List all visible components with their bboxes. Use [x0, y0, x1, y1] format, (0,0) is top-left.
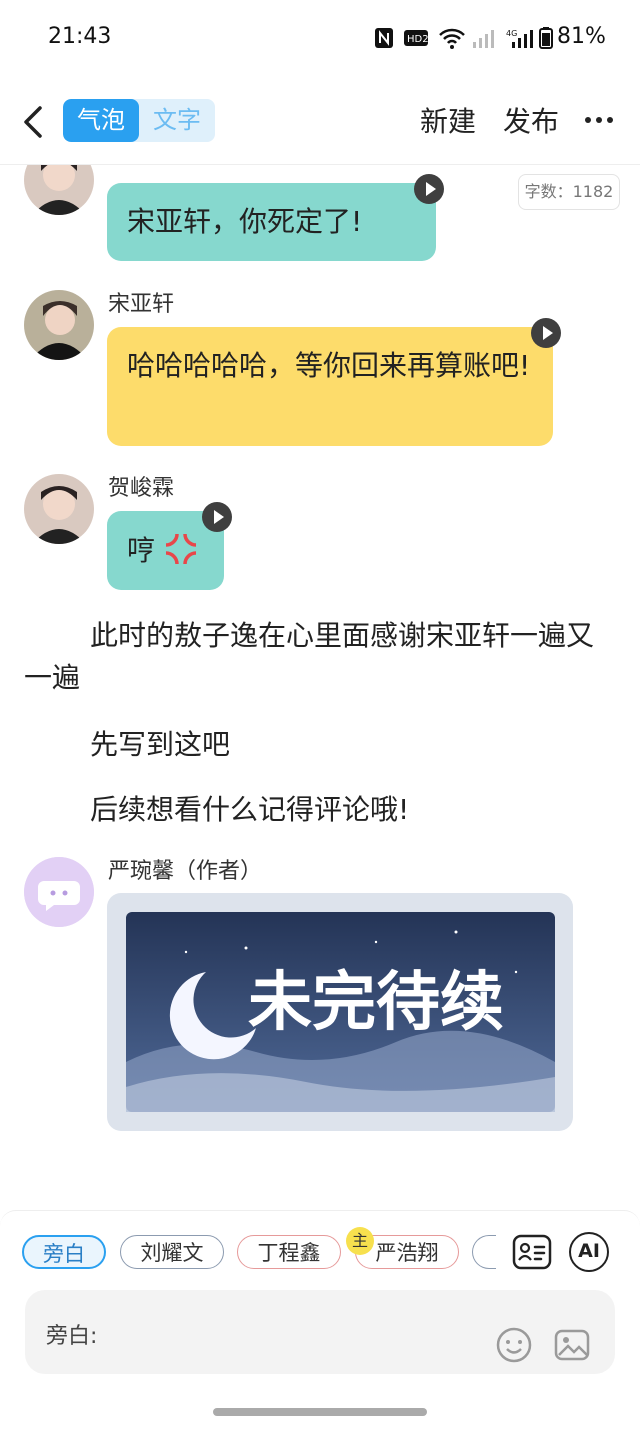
author-avatar[interactable] [24, 857, 94, 927]
chat-bubble-icon [24, 857, 94, 927]
image-picker-icon[interactable] [553, 1326, 591, 1364]
avatar[interactable] [24, 290, 94, 360]
avatar[interactable] [24, 165, 94, 215]
image-title: 未完待续 [248, 965, 504, 1040]
message-bubble[interactable]: 宋亚轩，你死定了! [107, 183, 436, 261]
play-voice-icon[interactable] [414, 174, 444, 204]
character-card-icon[interactable] [512, 1232, 552, 1272]
message-text: 哈哈哈哈哈，等你回来再算账吧! [127, 349, 531, 382]
emoji-icon[interactable] [495, 1326, 533, 1364]
4g-signal-icon: 4G [506, 29, 533, 48]
ai-button[interactable]: AI [569, 1232, 609, 1272]
play-voice-icon[interactable] [531, 318, 561, 348]
narration-text[interactable]: 先写到这吧 [90, 724, 230, 766]
chat-area: 宋亚轩，你死定了! 宋亚轩 哈哈哈哈哈，等你回来再算账吧! 贺峻霖 哼 此时的敖… [0, 165, 640, 1210]
anger-symbol-icon [165, 533, 197, 565]
avatar-photo [24, 165, 94, 215]
sender-name: 严琬馨（作者） [108, 859, 263, 884]
battery-icon [539, 27, 553, 49]
signal-icon [473, 30, 494, 48]
input-speaker-label: 旁白: [46, 1324, 98, 1349]
message-text: 哼 [127, 534, 156, 567]
editor-header: 气泡 文字 新建 发布 [0, 80, 640, 165]
status-bar: 21:43 HD2 4G 81% [0, 0, 640, 75]
to-be-continued-image[interactable]: 未完待续 [126, 912, 555, 1112]
back-arrow-icon[interactable] [18, 102, 48, 142]
tab-text[interactable]: 文字 [139, 99, 215, 142]
play-voice-icon[interactable] [202, 502, 232, 532]
status-time: 21:43 [48, 24, 112, 49]
avatar[interactable] [24, 474, 94, 544]
battery-percentage: 81% [557, 24, 606, 49]
message-bubble[interactable]: 哈哈哈哈哈，等你回来再算账吧! [107, 327, 553, 446]
sender-name: 贺峻霖 [108, 476, 175, 501]
hd-icon: HD2 [404, 30, 429, 46]
message-text: 宋亚轩，你死定了! [127, 205, 363, 238]
word-count-badge: 字数：1182 [518, 174, 620, 210]
character-chip[interactable]: 刘耀文 [120, 1235, 224, 1269]
main-role-badge: 主 [346, 1227, 374, 1255]
svg-text:HD2: HD2 [407, 34, 429, 45]
sender-name: 宋亚轩 [108, 292, 175, 317]
wifi-icon [439, 28, 465, 49]
image-bubble[interactable]: 未完待续 [107, 893, 573, 1131]
avatar-photo [24, 474, 94, 544]
character-chip[interactable]: 丁程鑫 [237, 1235, 341, 1269]
nfc-icon [375, 28, 393, 48]
new-button[interactable]: 新建 [420, 100, 476, 140]
home-indicator[interactable] [213, 1408, 427, 1416]
character-chip-narration[interactable]: 旁白 [22, 1235, 106, 1269]
avatar-photo [24, 290, 94, 360]
narration-text[interactable]: 此时的敖子逸在心里面感谢宋亚轩一遍又一遍 [24, 615, 604, 699]
more-icon[interactable] [583, 108, 615, 132]
publish-button[interactable]: 发布 [503, 100, 559, 140]
svg-text:4G: 4G [506, 29, 517, 38]
tab-bubble[interactable]: 气泡 [63, 99, 139, 142]
mode-toggle: 气泡 文字 [63, 99, 215, 142]
narration-text[interactable]: 后续想看什么记得评论哦! [90, 789, 409, 831]
